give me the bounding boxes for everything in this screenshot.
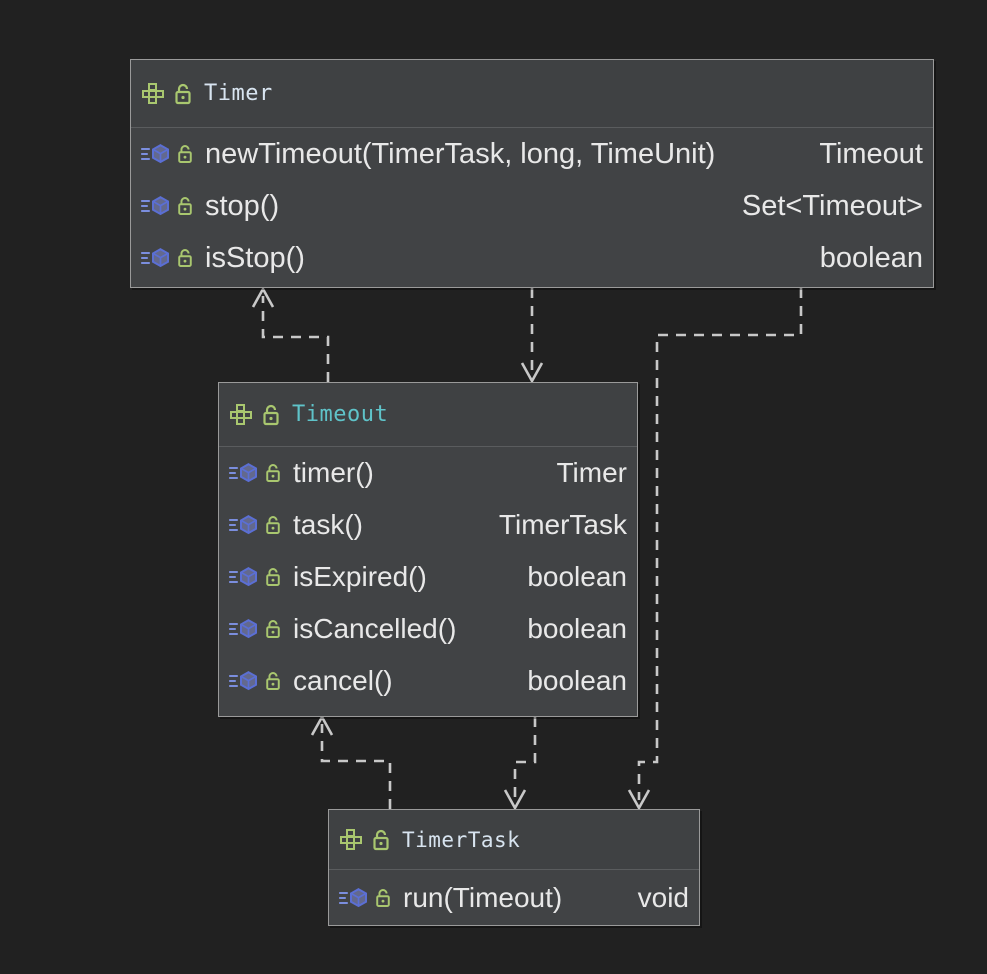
method-return-type: boolean xyxy=(527,665,627,696)
lock-open-icon xyxy=(265,567,281,587)
method-icon xyxy=(229,462,259,484)
diagram-canvas: Timer newTimeout(TimerTask, long, TimeUn… xyxy=(0,0,987,974)
method-return-type: Timer xyxy=(556,457,627,488)
method-row[interactable]: isExpired() boolean xyxy=(219,551,637,603)
class-title-timertask: TimerTask xyxy=(402,827,521,852)
class-header-timer: Timer xyxy=(131,60,933,128)
method-name: run(Timeout) xyxy=(403,881,563,913)
method-icon xyxy=(229,566,259,588)
uml-class-box-timer[interactable]: Timer newTimeout(TimerTask, long, TimeUn… xyxy=(130,59,934,288)
method-row[interactable]: isStop() boolean xyxy=(131,232,933,284)
interface-icon xyxy=(141,82,167,106)
arrowhead-timeout-to-timertask xyxy=(503,789,527,811)
method-return-type: boolean xyxy=(527,561,627,592)
lock-open-icon xyxy=(265,671,281,691)
member-list-timertask: run(Timeout) void xyxy=(329,870,699,925)
interface-icon xyxy=(339,828,365,852)
interface-icon xyxy=(229,403,255,427)
lock-open-icon xyxy=(174,83,192,105)
lock-open-icon xyxy=(177,248,193,268)
method-icon xyxy=(339,887,369,909)
method-icon xyxy=(141,143,171,165)
lock-open-icon xyxy=(177,196,193,216)
lock-open-icon xyxy=(265,515,281,535)
method-name: stop() xyxy=(205,189,280,222)
class-header-timeout: Timeout xyxy=(219,383,637,447)
method-row[interactable]: stop() Set<Timeout> xyxy=(131,180,933,232)
method-name: cancel() xyxy=(293,665,393,696)
method-return-type: Set<Timeout> xyxy=(741,189,923,222)
method-icon xyxy=(141,247,171,269)
lock-open-icon xyxy=(265,463,281,483)
lock-open-icon xyxy=(177,144,193,164)
method-return-type: TimerTask xyxy=(498,509,627,540)
uml-class-box-timertask[interactable]: TimerTask run(Timeout) void xyxy=(328,809,700,926)
method-row[interactable]: isCancelled() boolean xyxy=(219,603,637,655)
method-row[interactable]: timer() Timer xyxy=(219,447,637,499)
method-row[interactable]: cancel() boolean xyxy=(219,655,637,707)
method-return-type: boolean xyxy=(527,613,627,644)
class-header-timertask: TimerTask xyxy=(329,810,699,870)
method-return-type: void xyxy=(637,881,689,913)
method-return-type: boolean xyxy=(819,241,923,274)
connector-timeout-to-timertask xyxy=(513,717,537,800)
method-return-type: Timeout xyxy=(819,137,923,170)
method-name: newTimeout(TimerTask, long, TimeUnit) xyxy=(205,137,716,170)
member-list-timeout: timer() Timer task() TimerTask isExpired… xyxy=(219,447,637,707)
connector-timeout-to-timer xyxy=(261,296,330,382)
method-name: task() xyxy=(293,509,363,540)
method-row[interactable]: run(Timeout) void xyxy=(329,870,699,925)
lock-open-icon xyxy=(372,829,390,851)
method-row[interactable]: task() TimerTask xyxy=(219,499,637,551)
method-name: isExpired() xyxy=(293,561,427,592)
arrowhead-timer-to-timeout xyxy=(520,362,544,384)
arrowhead-timer-to-timertask xyxy=(627,789,651,811)
method-icon xyxy=(229,514,259,536)
method-icon xyxy=(229,670,259,692)
arrowhead-timeout-to-timer xyxy=(251,286,275,308)
arrowhead-timertask-to-timeout xyxy=(310,714,334,736)
lock-open-icon xyxy=(262,404,280,426)
class-title-timeout: Timeout xyxy=(292,402,389,427)
method-row[interactable]: newTimeout(TimerTask, long, TimeUnit) Ti… xyxy=(131,128,933,180)
method-name: isCancelled() xyxy=(293,613,457,644)
class-title-timer: Timer xyxy=(204,81,273,106)
method-icon xyxy=(229,618,259,640)
lock-open-icon xyxy=(375,888,391,908)
connector-timertask-to-timeout xyxy=(320,724,392,809)
method-name: timer() xyxy=(293,457,374,488)
lock-open-icon xyxy=(265,619,281,639)
connector-timer-to-timertask xyxy=(637,288,803,800)
method-icon xyxy=(141,195,171,217)
uml-class-box-timeout[interactable]: Timeout timer() Timer task() TimerTask i… xyxy=(218,382,638,717)
member-list-timer: newTimeout(TimerTask, long, TimeUnit) Ti… xyxy=(131,128,933,284)
method-name: isStop() xyxy=(205,241,305,274)
